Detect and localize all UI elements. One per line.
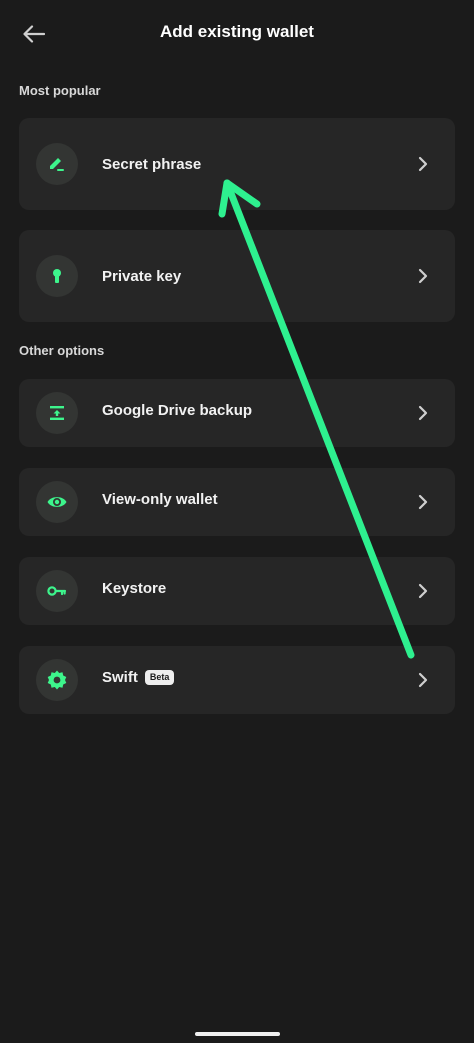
option-private-key[interactable]: Private key bbox=[19, 230, 455, 322]
section-label-most-popular: Most popular bbox=[19, 83, 101, 98]
chevron-right-icon bbox=[418, 583, 428, 599]
chevron-right-icon bbox=[418, 156, 428, 172]
option-label: View-only wallet bbox=[102, 491, 218, 508]
eye-icon bbox=[47, 497, 67, 507]
option-secret-phrase[interactable]: Secret phrase bbox=[19, 118, 455, 210]
option-view-only-wallet[interactable]: View-only wallet bbox=[19, 468, 455, 536]
screen: Add existing wallet Most popular Secret … bbox=[0, 0, 474, 1043]
option-label: Private key bbox=[102, 268, 182, 285]
option-label: Keystore bbox=[102, 580, 167, 597]
pen-edit-icon bbox=[50, 158, 64, 171]
option-label: Secret phrase bbox=[102, 156, 202, 173]
option-icon-container bbox=[36, 143, 78, 185]
section-label-other-options: Other options bbox=[19, 343, 105, 358]
beta-badge: Beta bbox=[144, 670, 175, 685]
option-label-row: Swift Beta bbox=[102, 669, 175, 686]
option-icon-container bbox=[36, 255, 78, 297]
option-label: Swift bbox=[102, 669, 138, 686]
header: Add existing wallet bbox=[0, 0, 474, 68]
key-icon bbox=[47, 586, 67, 596]
option-swift[interactable]: Swift Beta bbox=[19, 646, 455, 714]
chevron-right-icon bbox=[418, 494, 428, 510]
badge-gear-icon bbox=[47, 670, 67, 690]
option-icon-container bbox=[36, 481, 78, 523]
option-icon-container bbox=[36, 659, 78, 701]
drive-restore-icon bbox=[50, 406, 64, 420]
option-icon-container bbox=[36, 570, 78, 612]
chevron-right-icon bbox=[418, 405, 428, 421]
option-google-drive-backup[interactable]: Google Drive backup bbox=[19, 379, 455, 447]
option-keystore[interactable]: Keystore bbox=[19, 557, 455, 625]
option-icon-container bbox=[36, 392, 78, 434]
chevron-right-icon bbox=[418, 672, 428, 688]
keyhole-icon bbox=[53, 269, 61, 283]
page-title: Add existing wallet bbox=[160, 22, 314, 41]
option-label: Google Drive backup bbox=[102, 402, 253, 419]
chevron-right-icon bbox=[418, 268, 428, 284]
home-indicator bbox=[195, 1032, 280, 1036]
